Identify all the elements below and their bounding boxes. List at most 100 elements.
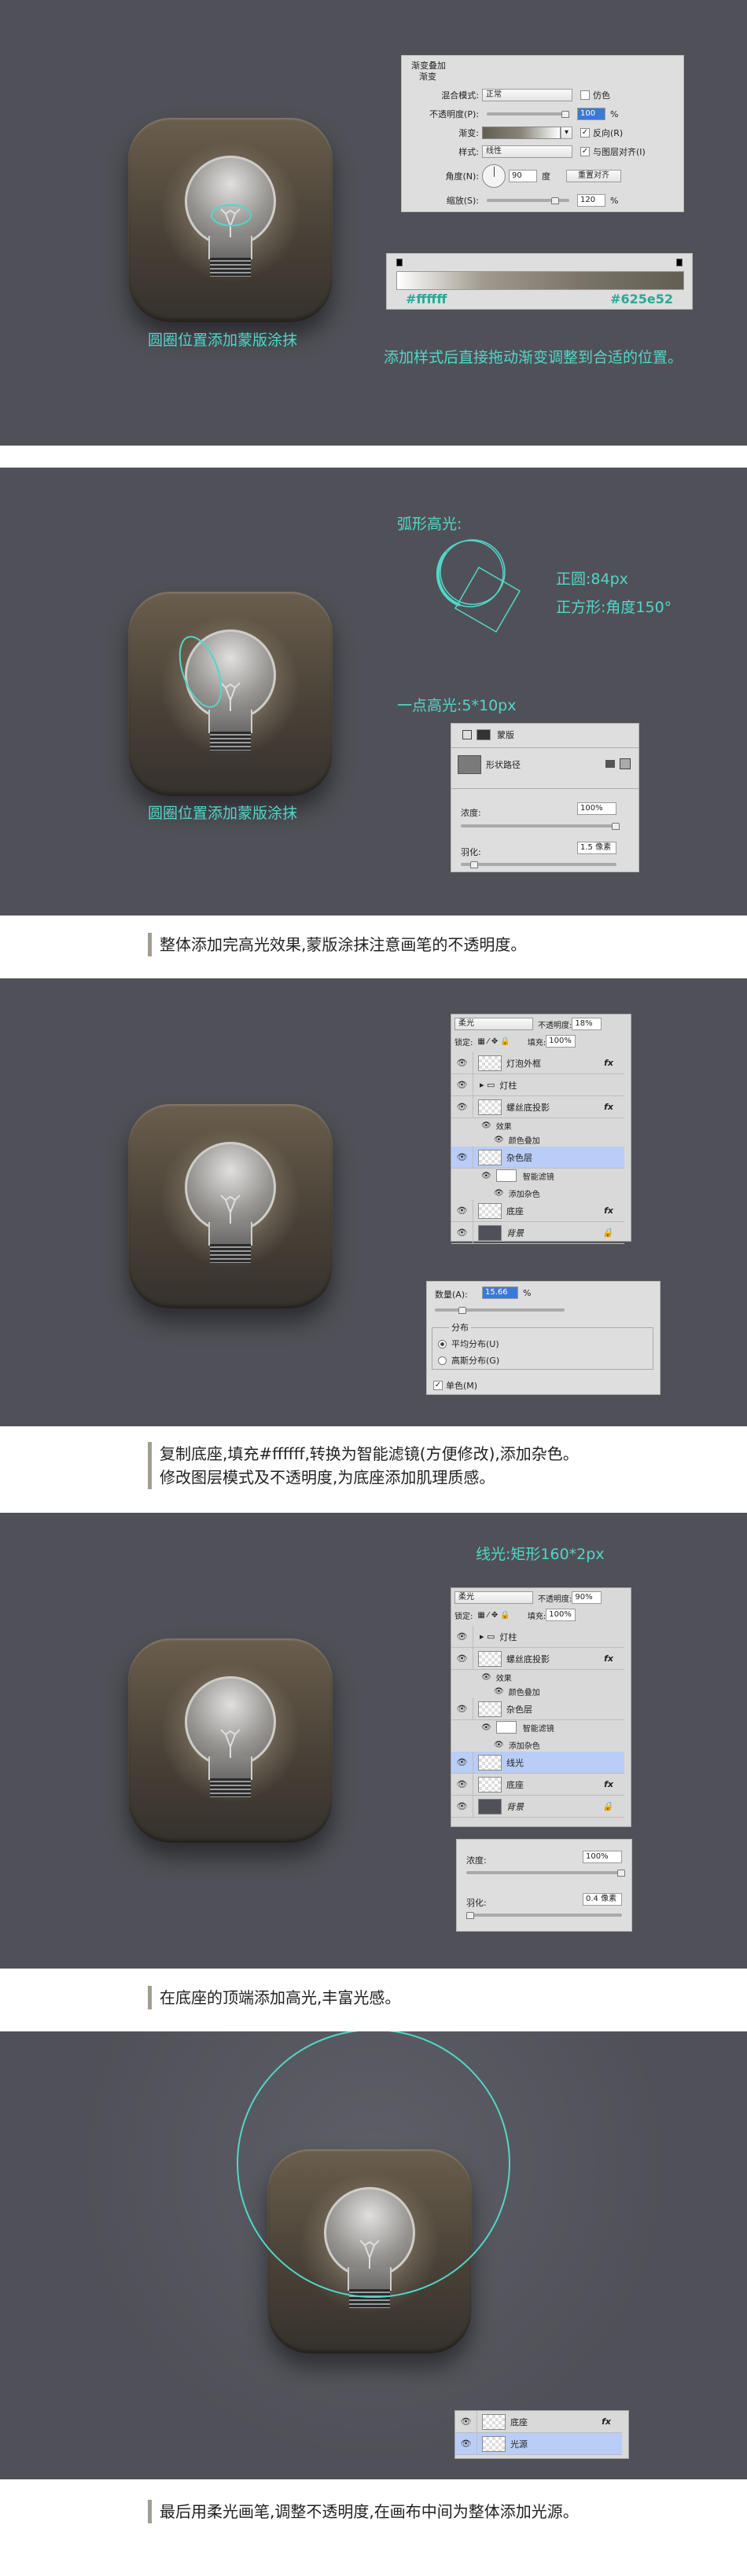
eye-icon[interactable]: 👁 — [451, 1752, 473, 1773]
amount-slider[interactable] — [435, 1307, 565, 1314]
layer-effect-label: 智能滤镜 — [522, 1172, 554, 1182]
square-note: 正方形:角度150° — [556, 599, 672, 616]
fx-icon[interactable]: fx — [604, 1205, 613, 1216]
layer-row[interactable]: 👁 光源 — [455, 2433, 622, 2455]
eye-icon[interactable]: 👁 — [451, 1096, 473, 1117]
feather-input[interactable]: 1.5 像素 — [577, 842, 616, 854]
amount-input[interactable]: 15.66 — [482, 1286, 518, 1299]
layer-row[interactable]: 👁 背景 🔒 — [451, 1796, 624, 1818]
vector-mask-icon[interactable] — [462, 730, 472, 739]
scale-input[interactable]: 120 — [577, 194, 605, 207]
reset-alignment-button[interactable]: 重置对齐 — [566, 170, 621, 182]
blend-mode-select[interactable]: 正常 — [482, 89, 572, 101]
gradient-dropdown[interactable]: ▾ — [561, 127, 572, 139]
eye-icon[interactable]: 👁 — [481, 1172, 491, 1180]
layer-row[interactable]: 👁 底座 fx — [451, 1774, 624, 1796]
opacity-input[interactable]: 90% — [572, 1591, 602, 1604]
layer-row[interactable]: 👁 底座 fx — [451, 1200, 624, 1222]
layer-effect-row[interactable]: 👁 添加杂色 — [473, 1186, 624, 1200]
blend-mode-select[interactable]: 柔光 — [454, 1591, 533, 1604]
layer-effect-row[interactable]: 👁 智能滤镜 — [473, 1169, 624, 1183]
layer-row[interactable]: 👁 背景 🔒 — [451, 1222, 624, 1244]
eye-icon[interactable]: 👁 — [494, 1687, 504, 1696]
fx-icon[interactable]: fx — [604, 1653, 613, 1664]
opacity-slider[interactable] — [487, 111, 569, 118]
eye-icon[interactable]: 👁 — [451, 1774, 473, 1795]
gaussian-radio[interactable] — [438, 1356, 447, 1365]
layer-row[interactable]: 👁 螺丝底投影 fx — [451, 1648, 624, 1670]
select-path-icon[interactable] — [620, 758, 631, 769]
amount-label: 数量(A): — [435, 1290, 468, 1300]
bulb-neck — [208, 1222, 252, 1246]
layer-effect-row[interactable]: 👁 效果 — [473, 1118, 624, 1132]
lock-icons[interactable]: ▦ ⁄ ✥ 🔒 — [477, 1037, 510, 1046]
density-slider[interactable] — [466, 1870, 625, 1877]
eye-icon[interactable]: 👁 — [451, 1200, 473, 1221]
eye-icon[interactable]: 👁 — [451, 1052, 473, 1073]
icon-label: 圆圈位置添加蒙版涂抹 — [148, 332, 298, 349]
layer-row[interactable]: 👁 杂色层 — [451, 1147, 624, 1169]
eye-icon[interactable]: 👁 — [494, 1136, 504, 1144]
fx-icon[interactable]: fx — [604, 1779, 613, 1789]
eye-icon[interactable]: 👁 — [481, 1673, 491, 1682]
density-slider[interactable] — [461, 823, 620, 830]
pixel-mask-icon[interactable] — [477, 729, 491, 740]
density-input[interactable]: 100% — [577, 802, 616, 815]
scale-slider[interactable] — [487, 197, 569, 204]
color-stop-top-right[interactable] — [676, 259, 683, 266]
dither-checkbox[interactable] — [580, 90, 590, 100]
monochrome-checkbox[interactable]: ✓ — [433, 1381, 443, 1390]
layer-row[interactable]: 👁 ▸ ▭ 灯柱 — [451, 1074, 624, 1096]
layer-effect-row[interactable]: 👁 颜色叠加 — [473, 1132, 624, 1147]
layer-row[interactable]: 👁 杂色层 — [451, 1698, 624, 1720]
fill-input[interactable]: 100% — [546, 1609, 576, 1621]
fx-icon[interactable]: fx — [604, 1102, 613, 1112]
layer-row[interactable]: 👁 线光 — [451, 1752, 624, 1774]
style-select[interactable]: 线性 — [482, 145, 572, 158]
feather-slider[interactable] — [461, 861, 616, 868]
feather-input[interactable]: 0.4 像素 — [583, 1893, 622, 1906]
eye-icon[interactable]: 👁 — [451, 1147, 473, 1168]
eye-icon[interactable]: 👁 — [455, 2433, 477, 2454]
fx-icon[interactable]: fx — [604, 1058, 613, 1068]
layer-effect-row[interactable]: 👁 添加杂色 — [473, 1738, 624, 1752]
align-checkbox[interactable]: ✓ — [580, 147, 590, 156]
eye-icon[interactable]: 👁 — [451, 1796, 473, 1817]
angle-input[interactable]: 90 — [509, 170, 537, 182]
feather-slider[interactable] — [466, 1912, 622, 1919]
eye-icon[interactable]: 👁 — [451, 1222, 473, 1243]
eye-icon[interactable]: 👁 — [455, 2411, 477, 2432]
layer-name: 灯泡外框 — [506, 1058, 541, 1069]
add-mask-icon[interactable] — [605, 760, 615, 768]
layer-row[interactable]: 👁 螺丝底投影 fx — [451, 1096, 624, 1118]
eye-icon[interactable]: 👁 — [481, 1121, 491, 1130]
eye-icon[interactable]: 👁 — [451, 1698, 473, 1719]
align-label: 与图层对齐(I) — [593, 147, 646, 157]
eye-icon[interactable]: 👁 — [481, 1723, 491, 1732]
layer-effect-row[interactable]: 👁 智能滤镜 — [473, 1720, 624, 1734]
gradient-picker[interactable] — [482, 127, 561, 139]
layer-effect-row[interactable]: 👁 颜色叠加 — [473, 1684, 624, 1698]
eye-icon[interactable]: 👁 — [451, 1648, 473, 1669]
fill-input[interactable]: 100% — [546, 1035, 576, 1048]
reverse-checkbox[interactable]: ✓ — [580, 128, 590, 138]
color-stop-top-left[interactable] — [396, 259, 403, 266]
eye-icon[interactable]: 👁 — [451, 1074, 473, 1095]
opacity-input[interactable]: 100 — [577, 108, 605, 120]
layer-row[interactable]: 👁 灯泡外框 fx — [451, 1052, 624, 1074]
eye-icon[interactable]: 👁 — [451, 1626, 473, 1647]
opacity-input[interactable]: 18% — [572, 1018, 602, 1030]
layer-name: 背景 — [506, 1801, 524, 1812]
layer-name: 底座 — [510, 2416, 528, 2427]
angle-dial[interactable] — [482, 164, 506, 188]
layer-effect-row[interactable]: 👁 效果 — [473, 1670, 624, 1684]
density-input[interactable]: 100% — [583, 1851, 622, 1863]
uniform-radio[interactable] — [438, 1339, 447, 1349]
fx-icon[interactable]: fx — [602, 2416, 611, 2427]
eye-icon[interactable]: 👁 — [494, 1189, 504, 1198]
eye-icon[interactable]: 👁 — [494, 1741, 504, 1749]
layer-row[interactable]: 👁 ▸ ▭ 灯柱 — [451, 1626, 624, 1648]
blend-mode-select[interactable]: 柔光 — [454, 1018, 533, 1030]
layer-row[interactable]: 👁 底座 fx — [455, 2411, 622, 2433]
lock-icons[interactable]: ▦ ⁄ ✥ 🔒 — [477, 1611, 510, 1620]
